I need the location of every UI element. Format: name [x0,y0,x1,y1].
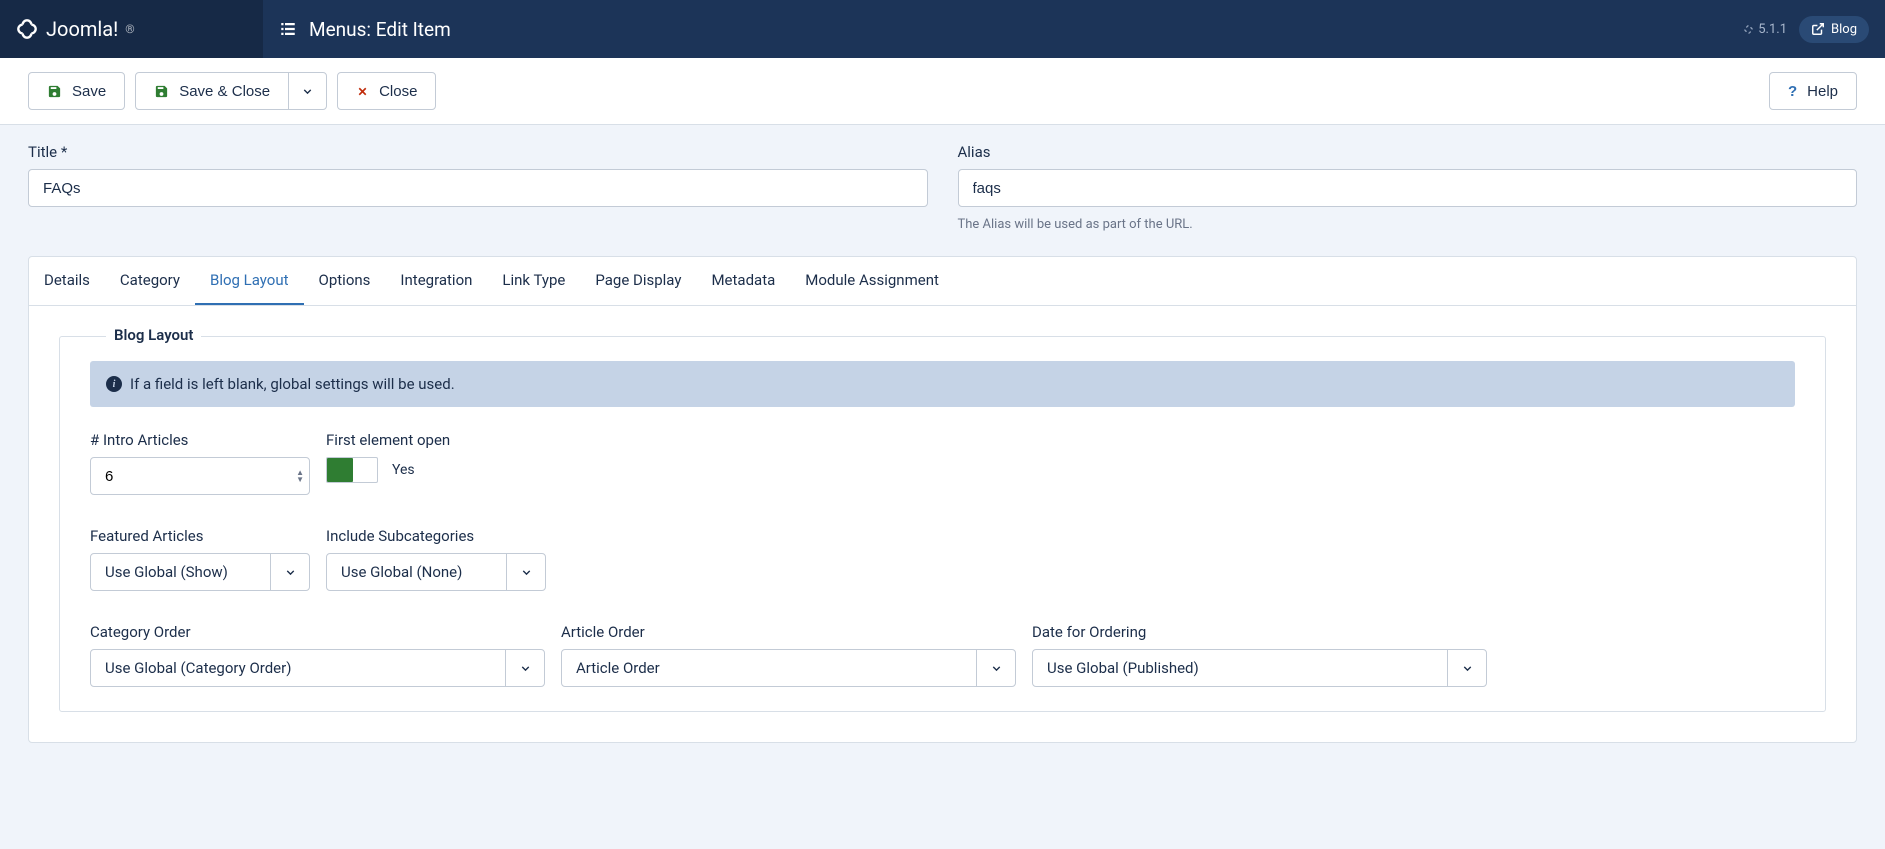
category-order-label: Category Order [90,623,545,641]
close-icon [356,85,369,98]
page-title: Menus: Edit Item [309,18,451,41]
featured-articles-group: Featured Articles Use Global (Show) [90,527,310,591]
fieldset-legend: Blog Layout [106,326,201,344]
alias-label: Alias [958,143,1858,161]
info-icon: i [106,376,122,392]
save-icon [154,84,169,99]
site-link-label: Blog [1831,22,1857,37]
content-area: Title * Alias The Alias will be used as … [0,125,1885,761]
alias-help-text: The Alias will be used as part of the UR… [958,217,1858,232]
intro-articles-input[interactable] [90,457,310,495]
list-icon [279,20,297,38]
tab-module-assignment[interactable]: Module Assignment [790,257,954,305]
brand-text: Joomla! [46,17,118,41]
page-title-section: Menus: Edit Item [263,18,467,41]
header-right: 5.1.1 Blog [1743,16,1885,43]
toolbar: Save Save & Close Close ? Help [0,58,1885,125]
tab-link-type[interactable]: Link Type [487,257,580,305]
joomla-icon [14,16,40,42]
alias-column: Alias The Alias will be used as part of … [958,143,1858,232]
intro-articles-group: # Intro Articles ▲ ▼ [90,431,310,495]
site-link-button[interactable]: Blog [1799,16,1869,43]
tab-body: Blog Layout i If a field is left blank, … [29,306,1856,742]
version-text: 5.1.1 [1758,22,1787,37]
tab-options[interactable]: Options [304,257,386,305]
external-link-icon [1811,22,1825,36]
tab-integration[interactable]: Integration [385,257,487,305]
title-column: Title * [28,143,928,232]
article-order-label: Article Order [561,623,1016,641]
save-close-button[interactable]: Save & Close [135,72,289,110]
joomla-logo[interactable]: Joomla!® [14,16,135,42]
alias-input[interactable] [958,169,1858,207]
help-icon: ? [1788,83,1797,100]
include-subcategories-group: Include Subcategories Use Global (None) [326,527,546,591]
first-element-open-value: Yes [392,462,415,478]
close-button[interactable]: Close [337,72,436,110]
category-order-group: Category Order Use Global (Category Orde… [90,623,545,687]
info-box: i If a field is left blank, global setti… [90,361,1795,407]
save-close-group: Save & Close [135,72,327,110]
save-icon [47,84,62,99]
article-order-select[interactable]: Article Order [561,649,1016,687]
article-order-group: Article Order Article Order [561,623,1016,687]
brand-section: Joomla!® [0,0,263,58]
date-ordering-group: Date for Ordering Use Global (Published) [1032,623,1487,687]
chevron-down-icon: ▼ [296,476,304,483]
tab-page-display[interactable]: Page Display [580,257,696,305]
save-close-dropdown-button[interactable] [288,72,327,110]
title-label: Title * [28,143,928,161]
toggle-handle [327,458,353,482]
intro-articles-label: # Intro Articles [90,431,310,449]
featured-articles-label: Featured Articles [90,527,310,545]
title-row: Title * Alias The Alias will be used as … [28,143,1857,232]
include-subcategories-select[interactable]: Use Global (None) [326,553,546,591]
chevron-down-icon [301,85,314,98]
first-element-open-group: First element open Yes [326,431,546,495]
tab-container: Details Category Blog Layout Options Int… [28,256,1857,743]
version-badge[interactable]: 5.1.1 [1743,22,1787,37]
save-button[interactable]: Save [28,72,125,110]
tab-blog-layout[interactable]: Blog Layout [195,257,304,305]
tab-details[interactable]: Details [29,257,105,305]
top-header: Joomla!® Menus: Edit Item 5.1.1 Blog [0,0,1885,58]
date-ordering-label: Date for Ordering [1032,623,1487,641]
title-input[interactable] [28,169,928,207]
info-text: If a field is left blank, global setting… [130,375,455,393]
joomla-small-icon [1743,24,1754,35]
tab-category[interactable]: Category [105,257,195,305]
featured-articles-select[interactable]: Use Global (Show) [90,553,310,591]
date-ordering-select[interactable]: Use Global (Published) [1032,649,1487,687]
blog-layout-fieldset: Blog Layout i If a field is left blank, … [59,336,1826,712]
category-order-select[interactable]: Use Global (Category Order) [90,649,545,687]
tab-metadata[interactable]: Metadata [696,257,790,305]
help-button[interactable]: ? Help [1769,72,1857,110]
first-element-open-toggle[interactable] [326,457,378,483]
first-element-open-label: First element open [326,431,546,449]
include-subcategories-label: Include Subcategories [326,527,546,545]
tabs: Details Category Blog Layout Options Int… [29,257,1856,306]
intro-articles-stepper[interactable]: ▲ ▼ [296,469,304,483]
